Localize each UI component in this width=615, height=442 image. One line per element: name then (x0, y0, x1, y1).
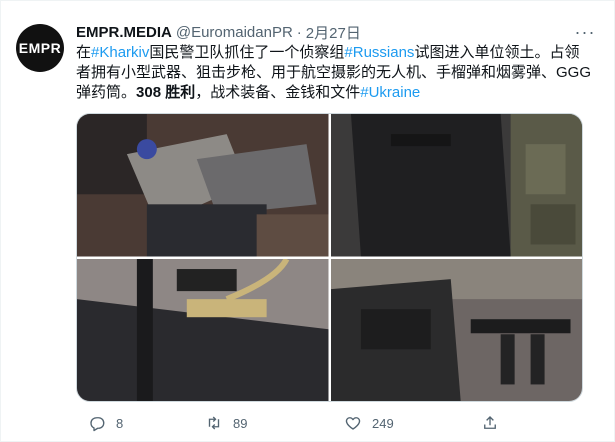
retweet-count: 89 (233, 415, 248, 431)
photo-rifles[interactable] (330, 258, 583, 402)
user-handle[interactable]: @EuromaidanPR (176, 24, 293, 41)
separator-dot: · (296, 23, 302, 41)
tweet-actions: 8 89 249 (76, 411, 581, 435)
hashtag-link[interactable]: #Ukraine (360, 84, 420, 101)
heart-icon (345, 417, 361, 430)
photo-rifle-bag[interactable] (77, 258, 329, 402)
tweet-text: 在#Kharkiv国民警卫队抓住了一个侦察组#Russians试图进入单位领土。… (76, 43, 591, 103)
reply-icon (90, 417, 105, 432)
avatar[interactable]: EMPR (16, 24, 64, 72)
text-segment: ，战术装备、金钱和文件 (195, 84, 361, 101)
photo-drone-gear[interactable] (77, 114, 329, 257)
more-icon[interactable]: ··· (573, 22, 597, 42)
reply-count: 8 (116, 415, 124, 431)
text-segment: 在 (76, 44, 92, 61)
share-icon (484, 416, 496, 429)
like-count: 249 (372, 415, 394, 431)
hashtag-link[interactable]: #Kharkiv (91, 44, 149, 61)
like-button[interactable]: 249 (344, 411, 394, 435)
tweet-date[interactable]: 2月27日 (306, 22, 361, 43)
share-button[interactable] (481, 411, 499, 435)
tweet-header: EMPR.MEDIA @EuromaidanPR · 2月27日 (76, 22, 361, 42)
hashtag-link[interactable]: #Russians (344, 44, 414, 61)
retweet-icon (208, 416, 220, 430)
reply-button[interactable]: 8 (88, 411, 123, 435)
display-name[interactable]: EMPR.MEDIA (76, 24, 172, 41)
photo-tactical-vest[interactable] (330, 114, 583, 257)
bold-text: 308 胜利 (136, 84, 196, 101)
retweet-button[interactable]: 89 (205, 411, 247, 435)
text-segment: 国民警卫队抓住了一个侦察组 (149, 44, 345, 61)
media-grid (76, 113, 583, 402)
